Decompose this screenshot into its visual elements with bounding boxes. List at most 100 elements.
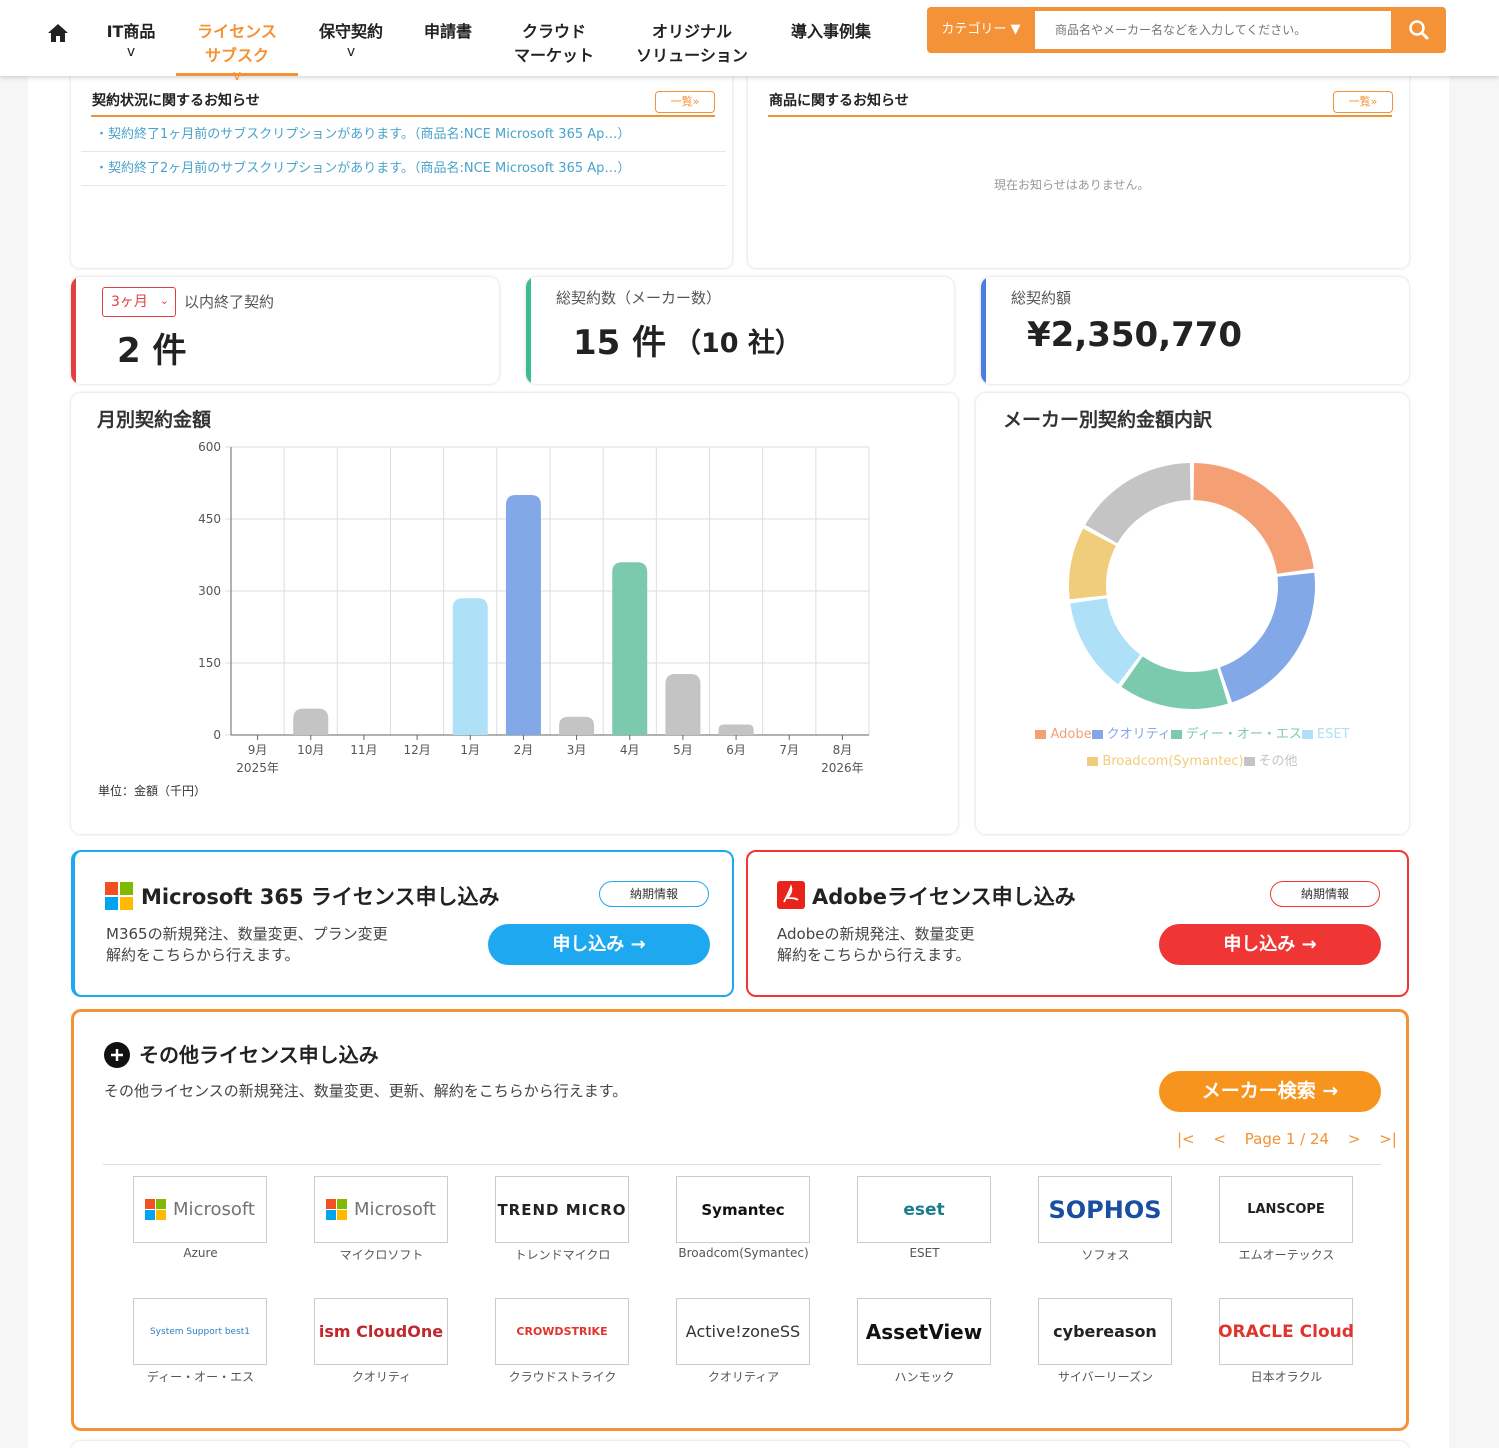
product-notice-more-button[interactable]: 一覧» bbox=[1333, 91, 1393, 113]
microsoft-icon bbox=[105, 882, 133, 910]
maker-count-value: （10 社） bbox=[674, 328, 802, 359]
vendor-tile[interactable]: SOPHOS ソフォス bbox=[1038, 1176, 1173, 1286]
adobe-title: Adobeライセンス申し込み bbox=[812, 885, 1076, 909]
sophos-logo[interactable]: SOPHOS bbox=[1038, 1176, 1172, 1243]
vendor-tile[interactable]: eset ESET bbox=[857, 1176, 992, 1286]
vendor-tile[interactable]: LANSCOPE エムオーテックス bbox=[1219, 1176, 1354, 1286]
next-page-button[interactable]: > bbox=[1348, 1130, 1361, 1148]
chevron-down-icon: v bbox=[232, 68, 242, 84]
vendor-tile[interactable]: Symantec Broadcom(Symantec) bbox=[676, 1176, 811, 1286]
nav-maintenance[interactable]: 保守契約 v bbox=[312, 0, 390, 76]
vendor-tile[interactable]: CROWDSTRIKE クラウドストライク bbox=[495, 1298, 630, 1408]
nav-it-products[interactable]: IT商品 v bbox=[100, 0, 162, 76]
vendor-tile[interactable]: Microsoft マイクロソフト bbox=[314, 1176, 449, 1286]
vendor-tile[interactable]: Active!zoneSS クオリティア bbox=[676, 1298, 811, 1408]
legend-item[interactable]: クオリティ bbox=[1091, 727, 1171, 742]
adobe-apply-button[interactable]: 申し込み → bbox=[1159, 924, 1381, 965]
cybereason-logo[interactable]: cybereason bbox=[1038, 1298, 1172, 1365]
donut-legend: Adobe クオリティ ディー・オー・エス ESET Broadcom(Symantec… bbox=[976, 723, 1409, 783]
activezone-logo[interactable]: Active!zoneSS bbox=[676, 1298, 810, 1365]
microsoft-logo[interactable]: Microsoft bbox=[133, 1176, 267, 1243]
bar-3月 bbox=[559, 716, 595, 735]
x-tick-label: 8月 bbox=[833, 743, 853, 757]
x-tick-label: 5月 bbox=[673, 743, 693, 757]
microsoft-logo[interactable]: Microsoft bbox=[314, 1176, 448, 1243]
expiring-value: 2 件 bbox=[117, 331, 187, 371]
first-page-button[interactable]: |< bbox=[1177, 1130, 1195, 1148]
vendor-label: ソフォス bbox=[1081, 1248, 1130, 1262]
vendor-label: マイクロソフト bbox=[339, 1248, 424, 1262]
legend-item[interactable]: Broadcom(Symantec) bbox=[1087, 754, 1244, 769]
vendor-label: クオリティ bbox=[351, 1370, 412, 1384]
prev-page-button[interactable]: < bbox=[1213, 1130, 1226, 1148]
adobe-license-card: Adobeライセンス申し込み 納期情報 Adobeの新規発注、数量変更 解約をこち… bbox=[746, 850, 1409, 997]
slice-ESET bbox=[1070, 598, 1141, 685]
category-dropdown[interactable]: カテゴリー ▼ bbox=[927, 7, 1035, 53]
contract-notice-item[interactable]: ・契約終了1ヶ月前のサブスクリプションがあります。（商品名:NCE Micros… bbox=[81, 118, 726, 152]
divider bbox=[768, 115, 1392, 117]
vendor-tile[interactable]: cybereason サイバーリーズン bbox=[1038, 1298, 1173, 1408]
vendor-tile[interactable]: Microsoft Azure bbox=[133, 1176, 268, 1286]
vendor-tile[interactable]: TREND MICRO トレンドマイクロ bbox=[495, 1176, 630, 1286]
m365-delivery-info-button[interactable]: 納期情報 bbox=[599, 881, 709, 907]
nav-case-studies[interactable]: 導入事例集 bbox=[782, 0, 880, 76]
ss1-logo[interactable]: System Support best1 bbox=[133, 1298, 267, 1365]
contract-notice-more-button[interactable]: 一覧» bbox=[655, 91, 715, 113]
microsoft-icon bbox=[145, 1198, 167, 1220]
legend-label: クオリティ bbox=[1106, 727, 1171, 742]
legend-item[interactable]: Adobe bbox=[1035, 727, 1092, 742]
bar-2月 bbox=[505, 495, 541, 735]
chevron-down-icon: v bbox=[346, 44, 356, 60]
search-icon[interactable] bbox=[1392, 7, 1446, 53]
symantec-logo[interactable]: Symantec bbox=[676, 1176, 810, 1243]
vendor-logo-text: SOPHOS bbox=[1048, 1195, 1162, 1224]
legend-item[interactable]: ESET bbox=[1301, 727, 1350, 742]
legend-swatch bbox=[1035, 730, 1047, 739]
vendor-logo-text: cybereason bbox=[1053, 1322, 1157, 1341]
vendor-tile[interactable]: ism CloudOne クオリティ bbox=[314, 1298, 449, 1408]
year-label: 2025年 bbox=[236, 761, 279, 775]
nav-cloud-market[interactable]: クラウド マーケット bbox=[506, 0, 602, 72]
legend-row: Broadcom(Symantec) その他 bbox=[976, 750, 1409, 777]
oracle-logo[interactable]: ORACLE Cloud bbox=[1218, 1298, 1354, 1365]
other-license-description: その他ライセンスの新規発注、数量変更、更新、解約をこちらから行えます。 bbox=[104, 1082, 628, 1100]
eset-logo[interactable]: eset bbox=[857, 1176, 991, 1243]
vendor-label: クオリティア bbox=[707, 1370, 780, 1384]
nav-label: ライセンス サブスク bbox=[197, 22, 277, 65]
adobe-delivery-info-button[interactable]: 納期情報 bbox=[1270, 881, 1380, 907]
nav-label: 申請書 bbox=[423, 22, 472, 41]
contract-notice-panel: 契約状況に関するお知らせ 一覧» ・契約終了1ヶ月前のサブスクリプションがありま… bbox=[71, 76, 732, 268]
x-tick-label: 12月 bbox=[403, 743, 430, 757]
contract-notice-item[interactable]: ・契約終了2ヶ月前のサブスクリプションがあります。（商品名:NCE Micros… bbox=[81, 152, 726, 186]
last-page-button[interactable]: >| bbox=[1379, 1130, 1397, 1148]
lanscope-logo[interactable]: LANSCOPE bbox=[1219, 1176, 1353, 1243]
ism-logo[interactable]: ism CloudOne bbox=[314, 1298, 448, 1365]
nav-original-solution[interactable]: オリジナル ソリューション bbox=[628, 0, 756, 72]
vendor-tile[interactable]: System Support best1 ディー・オー・エス bbox=[133, 1298, 268, 1408]
bar-4月 bbox=[612, 562, 648, 735]
nav-label: クラウド マーケット bbox=[513, 22, 594, 65]
nav-application-forms[interactable]: 申請書 bbox=[416, 0, 480, 76]
search-input[interactable] bbox=[1035, 11, 1391, 49]
crowdstrike-logo[interactable]: CROWDSTRIKE bbox=[495, 1298, 629, 1365]
legend-label: Broadcom(Symantec) bbox=[1102, 754, 1244, 769]
vendor-tile[interactable]: ORACLE Cloud 日本オラクル bbox=[1218, 1298, 1354, 1408]
x-tick-label: 1月 bbox=[460, 743, 480, 757]
vendor-tile[interactable]: AssetView ハンモック bbox=[857, 1298, 992, 1408]
period-select[interactable]: 3ヶ月 ⌄ bbox=[102, 287, 176, 317]
adobe-icon bbox=[777, 881, 805, 909]
m365-apply-button[interactable]: 申し込み → bbox=[488, 924, 710, 965]
assetview-logo[interactable]: AssetView bbox=[857, 1298, 991, 1365]
legend-item[interactable]: その他 bbox=[1243, 754, 1298, 769]
nav-license-subscription[interactable]: ライセンス サブスク v bbox=[176, 0, 298, 84]
home-icon[interactable] bbox=[46, 22, 70, 44]
vendor-label: クラウドストライク bbox=[508, 1370, 617, 1384]
product-notice-panel: 商品に関するお知らせ 一覧» 現在お知らせはありません。 bbox=[748, 76, 1409, 268]
x-tick-label: 11月 bbox=[350, 743, 377, 757]
maker-search-button[interactable]: メーカー検索 → bbox=[1159, 1071, 1381, 1112]
trend-micro-logo[interactable]: TREND MICRO bbox=[495, 1176, 629, 1243]
legend-label: その他 bbox=[1258, 754, 1298, 769]
vendor-logo-text: Symantec bbox=[701, 1200, 785, 1219]
legend-item[interactable]: ディー・オー・エス bbox=[1170, 727, 1302, 742]
total-contracts-label: 総契約数（メーカー数） bbox=[556, 289, 722, 307]
